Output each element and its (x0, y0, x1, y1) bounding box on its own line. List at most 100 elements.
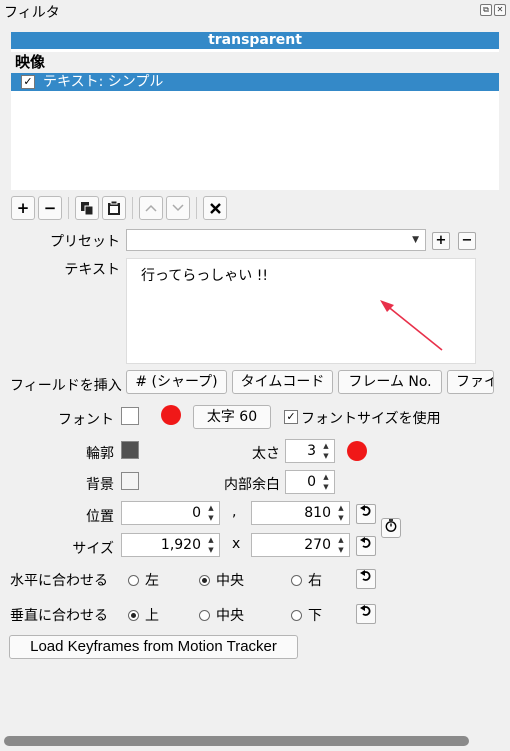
add-filter-button[interactable]: + (11, 196, 35, 220)
deselect-filter-button[interactable] (203, 196, 227, 220)
position-x-value: 0 (192, 505, 201, 521)
outline-color-swatch[interactable] (121, 441, 139, 459)
preset-combobox[interactable]: ▼ (126, 229, 426, 251)
halign-reset-button[interactable] (356, 569, 376, 589)
padding-value: 0 (307, 474, 316, 490)
filter-list-header: transparent (11, 32, 499, 49)
position-label: 位置 (86, 509, 114, 525)
spin-arrows-icon[interactable]: ▲ ▼ (320, 473, 332, 491)
toolbar-divider (68, 197, 69, 219)
valign-bottom-label: 下 (308, 608, 322, 624)
background-label: 背景 (86, 477, 114, 493)
spin-arrows-icon[interactable]: ▲ ▼ (335, 536, 347, 554)
font-color-swatch[interactable] (121, 407, 139, 425)
close-icon (209, 202, 221, 214)
radio-icon (199, 609, 210, 621)
valign-center-radio[interactable]: 中央 (199, 605, 244, 625)
halign-center-label: 中央 (216, 573, 244, 589)
halign-right-label: 右 (308, 573, 322, 589)
toolbar-divider (132, 197, 133, 219)
halign-center-radio[interactable]: 中央 (199, 570, 244, 590)
float-icon[interactable]: ⧉ (480, 4, 492, 16)
list-item[interactable]: ✓ テキスト: シンプル (11, 73, 499, 91)
insert-field-label: フィールドを挿入 (10, 378, 122, 394)
spin-arrows-icon[interactable]: ▲ ▼ (205, 536, 217, 554)
add-preset-button[interactable]: + (432, 232, 450, 250)
toolbar-divider (196, 197, 197, 219)
spin-arrows-icon[interactable]: ▲ ▼ (320, 442, 332, 460)
size-separator: x (232, 536, 241, 552)
panel-window-controls: ⧉ ✕ (480, 4, 506, 16)
radio-icon (291, 609, 302, 621)
valign-label: 垂直に合わせる (10, 608, 108, 624)
position-reset-button[interactable] (356, 504, 376, 524)
filter-list[interactable]: transparent 映像 ✓ テキスト: シンプル (11, 32, 499, 190)
text-label: テキスト (64, 262, 120, 278)
remove-filter-button[interactable]: − (38, 196, 62, 220)
halign-label: 水平に合わせる (10, 573, 108, 589)
keyframe-stopwatch-button[interactable] (381, 518, 401, 538)
size-w-value: 1,920 (160, 537, 201, 553)
chevron-up-icon (145, 204, 157, 212)
insert-file-button[interactable]: ファイ (447, 370, 494, 394)
background-color-swatch[interactable] (121, 472, 139, 490)
copy-filter-button[interactable] (75, 196, 99, 220)
position-y-spinbox[interactable]: 810 ▲ ▼ (251, 501, 350, 525)
copy-icon (81, 201, 93, 215)
padding-spinbox[interactable]: 0 ▲ ▼ (285, 470, 335, 494)
undo-icon (360, 605, 371, 616)
insert-frame-button[interactable]: フレーム No. (338, 370, 442, 394)
use-font-size-label: フォントサイズを使用 (301, 411, 441, 427)
size-reset-button[interactable] (356, 536, 376, 556)
filter-toolbar: + − (11, 196, 230, 220)
size-h-spinbox[interactable]: 270 ▲ ▼ (251, 533, 350, 557)
radio-icon (128, 574, 139, 586)
filter-list-section: 映像 (11, 52, 499, 73)
load-keyframes-button[interactable]: Load Keyframes from Motion Tracker (9, 635, 298, 659)
halign-left-label: 左 (145, 573, 159, 589)
font-button[interactable]: 太字 60 (193, 405, 271, 429)
filter-item-label: テキスト: シンプル (43, 74, 164, 90)
stopwatch-icon (385, 519, 397, 532)
plus-icon: + (16, 199, 30, 217)
valign-reset-button[interactable] (356, 604, 376, 624)
horizontal-scrollbar[interactable] (4, 736, 469, 746)
position-x-spinbox[interactable]: 0 ▲ ▼ (121, 501, 220, 525)
filter-enabled-checkbox[interactable]: ✓ (21, 75, 35, 89)
insert-timecode-button[interactable]: タイムコード (232, 370, 333, 394)
undo-icon (360, 505, 371, 516)
spin-arrows-icon[interactable]: ▲ ▼ (335, 504, 347, 522)
remove-preset-button[interactable]: − (458, 232, 476, 250)
close-icon[interactable]: ✕ (494, 4, 506, 16)
paste-icon (108, 201, 120, 215)
undo-icon (360, 570, 371, 581)
annotation-dot (161, 405, 181, 425)
padding-label: 内部余白 (224, 477, 280, 493)
size-w-spinbox[interactable]: 1,920 ▲ ▼ (121, 533, 220, 557)
thickness-label: 太さ (252, 446, 280, 462)
thickness-value: 3 (307, 443, 316, 459)
move-down-button[interactable] (166, 196, 190, 220)
minus-icon: − (43, 199, 57, 217)
radio-icon (291, 574, 302, 586)
valign-top-label: 上 (145, 608, 159, 624)
font-label: フォント (58, 412, 114, 428)
radio-icon (199, 574, 210, 586)
spin-arrows-icon[interactable]: ▲ ▼ (205, 504, 217, 522)
halign-right-radio[interactable]: 右 (291, 570, 322, 590)
outline-label: 輪郭 (86, 446, 114, 462)
annotation-dot (347, 441, 367, 461)
insert-sharp-button[interactable]: # (シャープ) (126, 370, 227, 394)
annotation-arrow-icon (380, 300, 443, 351)
paste-filter-button[interactable] (102, 196, 126, 220)
radio-icon (128, 609, 139, 621)
use-font-size-checkbox[interactable]: ✓ (284, 410, 298, 424)
valign-bottom-radio[interactable]: 下 (291, 605, 322, 625)
valign-top-radio[interactable]: 上 (128, 605, 159, 625)
thickness-spinbox[interactable]: 3 ▲ ▼ (285, 439, 335, 463)
move-up-button[interactable] (139, 196, 163, 220)
halign-left-radio[interactable]: 左 (128, 570, 159, 590)
position-y-value: 810 (304, 505, 331, 521)
panel-title: フィルタ (4, 5, 60, 21)
undo-icon (360, 537, 371, 548)
